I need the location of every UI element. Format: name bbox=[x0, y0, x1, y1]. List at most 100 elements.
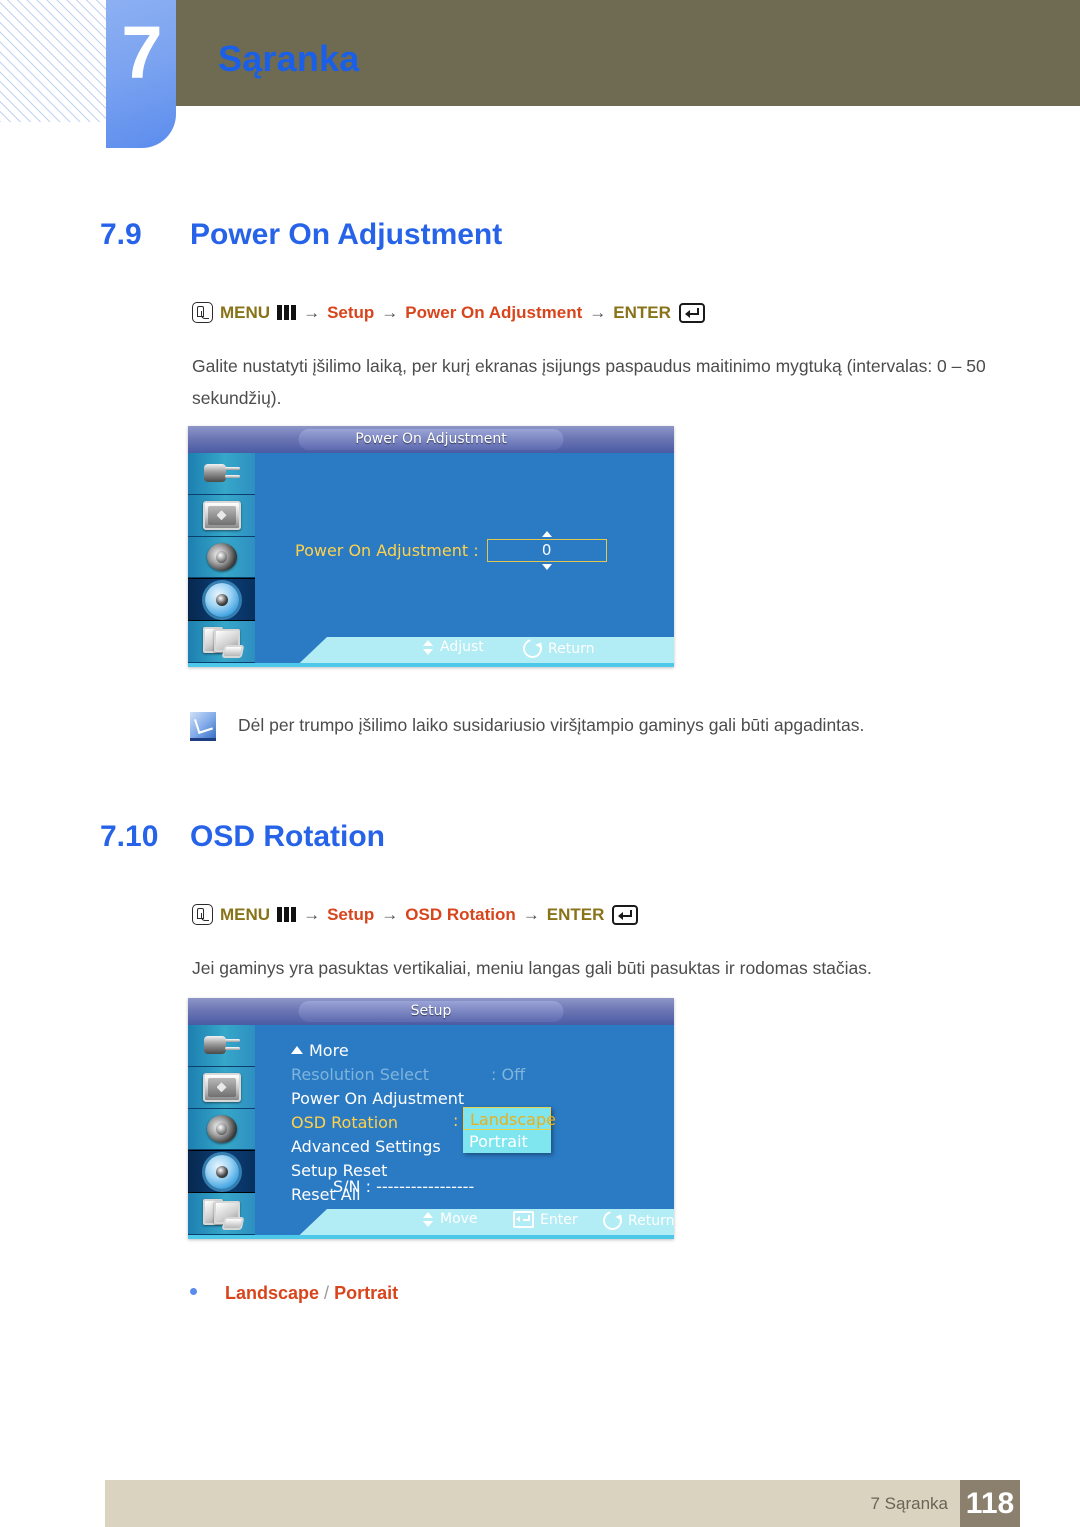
osd1-title-text: Power On Adjustment bbox=[298, 429, 564, 450]
nav-arrow-3: → bbox=[589, 302, 607, 322]
plug-icon bbox=[203, 1034, 240, 1056]
osd1-sidebar-item-multi-display[interactable] bbox=[188, 621, 255, 663]
bullet-option-portrait: Portrait bbox=[334, 1283, 399, 1303]
osd2-dropdown-colon: : bbox=[453, 1111, 459, 1130]
osd1-body: Power On Adjustment : 0 Adjust Return bbox=[188, 453, 674, 663]
section-title-79: Power On Adjustment bbox=[190, 218, 503, 251]
dropdown-option-portrait[interactable]: Portrait bbox=[463, 1130, 551, 1153]
nav-path-710: MENU → Setup → OSD Rotation → ENTER bbox=[192, 904, 639, 925]
updown-icon bbox=[423, 639, 434, 655]
osd2-serial-number: S/N : ----------------- bbox=[333, 1177, 475, 1196]
bullet-line-rotation-options: Landscape / Portrait bbox=[190, 1283, 398, 1304]
note-79-text: Dėl per trumpo įšilimo laiko susidariusi… bbox=[238, 715, 865, 735]
chapter-title: Sąranka bbox=[218, 38, 360, 79]
osd1-sidebar-item-input[interactable] bbox=[188, 453, 255, 495]
osd2-sidebar bbox=[188, 1025, 255, 1235]
osd2-item-label: Resolution Select bbox=[291, 1065, 430, 1084]
gear-icon bbox=[200, 578, 243, 621]
nav-path-79: MENU → Setup → Power On Adjustment → ENT… bbox=[192, 302, 705, 323]
nav-step-setup: Setup bbox=[327, 904, 375, 924]
section-number-79: 7.9 bbox=[100, 218, 142, 251]
osd1-hint-return: Return bbox=[519, 635, 594, 662]
osd2-sidebar-item-setup[interactable] bbox=[188, 1150, 255, 1194]
osd2-item-osd-rotation[interactable]: OSD Rotation bbox=[291, 1111, 464, 1135]
menu-button-icon bbox=[192, 302, 213, 323]
osd1-value-field[interactable]: 0 bbox=[486, 531, 607, 570]
section-title-710: OSD Rotation bbox=[190, 820, 385, 853]
bullet-text: Landscape / Portrait bbox=[225, 1283, 398, 1304]
nav-enter-label: ENTER bbox=[613, 302, 671, 322]
chapter-number: 7 bbox=[121, 11, 162, 94]
osd2-title-bar: Setup bbox=[188, 998, 674, 1025]
speaker-icon bbox=[206, 1114, 237, 1143]
nav-menu-label: MENU bbox=[220, 904, 271, 924]
osd1-sidebar-item-setup[interactable] bbox=[188, 578, 255, 622]
decorative-hatch-pattern bbox=[0, 0, 106, 122]
return-icon bbox=[599, 1207, 626, 1234]
bullet-option-landscape: Landscape bbox=[225, 1283, 320, 1303]
multi-display-icon bbox=[202, 626, 244, 658]
osd-screenshot-setup: Setup More Resolution Select: Off Power… bbox=[188, 998, 674, 1239]
osd-screenshot-power-on-adjustment: Power On Adjustment Power On Adjustment … bbox=[188, 426, 674, 667]
return-icon bbox=[519, 635, 546, 662]
osd1-hint-adjust: Adjust bbox=[423, 639, 484, 655]
osd2-hint-enter: Enter bbox=[513, 1211, 578, 1228]
osd1-row-label: Power On Adjustment : bbox=[295, 541, 479, 560]
menu-bars-icon bbox=[277, 305, 297, 320]
triangle-up-icon bbox=[291, 1046, 303, 1054]
osd2-sidebar-item-multi-display[interactable] bbox=[188, 1193, 255, 1235]
nav-arrow-1: → bbox=[303, 302, 321, 322]
osd1-power-on-row: Power On Adjustment : 0 bbox=[295, 531, 607, 570]
nav-arrow-2: → bbox=[381, 302, 399, 322]
enter-icon bbox=[513, 1211, 534, 1228]
footer-bar: 7 Sąranka 118 bbox=[105, 1480, 1020, 1527]
osd2-sidebar-item-picture[interactable] bbox=[188, 1067, 255, 1109]
picture-icon bbox=[202, 1072, 241, 1102]
osd2-item-label: Power On Adjustment bbox=[291, 1089, 465, 1108]
osd2-hint-enter-label: Enter bbox=[540, 1211, 578, 1228]
menu-button-icon bbox=[192, 904, 213, 925]
speaker-icon bbox=[206, 542, 237, 571]
osd2-hint-move-label: Move bbox=[440, 1211, 478, 1227]
nav-step-osd-rotation: OSD Rotation bbox=[405, 904, 516, 924]
bullet-dot-icon bbox=[190, 1288, 197, 1295]
osd2-sidebar-item-sound[interactable] bbox=[188, 1109, 255, 1151]
bullet-separator: / bbox=[319, 1283, 335, 1303]
osd2-sidebar-item-input[interactable] bbox=[188, 1025, 255, 1067]
osd1-sidebar bbox=[188, 453, 255, 663]
osd2-body: More Resolution Select : Off Power On Ad… bbox=[188, 1025, 674, 1235]
osd2-rotation-dropdown[interactable]: Landscape Portrait bbox=[463, 1107, 556, 1153]
osd2-item-resolution-select[interactable]: Resolution Select : Off bbox=[291, 1063, 525, 1087]
osd1-sidebar-item-picture[interactable] bbox=[188, 495, 255, 537]
note-pencil-icon bbox=[190, 712, 216, 741]
note-79: Dėl per trumpo įšilimo laiko susidariusi… bbox=[190, 712, 890, 741]
osd2-more-row[interactable]: More bbox=[291, 1039, 464, 1063]
nav-arrow-1: → bbox=[303, 904, 321, 924]
spinner-up-icon[interactable] bbox=[541, 531, 552, 537]
osd1-bottom-edge bbox=[188, 663, 674, 667]
osd2-hint-bar: Move Enter Return bbox=[255, 1207, 674, 1235]
osd2-main-pane: More Resolution Select : Off Power On Ad… bbox=[255, 1025, 674, 1235]
enter-key-icon bbox=[678, 302, 705, 323]
osd1-main-pane: Power On Adjustment : 0 Adjust Return bbox=[255, 453, 674, 663]
nav-enter-label: ENTER bbox=[546, 904, 605, 924]
paragraph-79: Galite nustatyti įšilimo laiką, per kurį… bbox=[192, 356, 986, 408]
osd1-hint-adjust-label: Adjust bbox=[440, 639, 484, 655]
osd2-item-power-on-adjustment[interactable]: Power On Adjustment bbox=[291, 1087, 464, 1111]
enter-key-icon bbox=[612, 904, 639, 925]
osd2-item-advanced-settings[interactable]: Advanced Settings bbox=[291, 1135, 464, 1159]
osd1-sidebar-item-sound[interactable] bbox=[188, 537, 255, 579]
osd1-title-bar: Power On Adjustment bbox=[188, 426, 674, 453]
picture-icon bbox=[202, 500, 241, 530]
osd2-item-label: Advanced Settings bbox=[291, 1137, 441, 1156]
osd2-hint-return: Return bbox=[599, 1207, 674, 1234]
osd2-more-label: More bbox=[309, 1041, 349, 1060]
dropdown-option-landscape[interactable]: Landscape bbox=[463, 1107, 556, 1130]
paragraph-710: Jei gaminys yra pasuktas vertikaliai, me… bbox=[192, 958, 872, 978]
nav-arrow-3: → bbox=[522, 904, 540, 924]
osd2-item-value: : Off bbox=[491, 1065, 526, 1084]
nav-step-power-on-adjustment: Power On Adjustment bbox=[405, 302, 583, 322]
plug-icon bbox=[203, 462, 240, 484]
osd1-hint-bar: Adjust Return bbox=[255, 635, 674, 663]
spinner-down-icon[interactable] bbox=[541, 564, 552, 570]
